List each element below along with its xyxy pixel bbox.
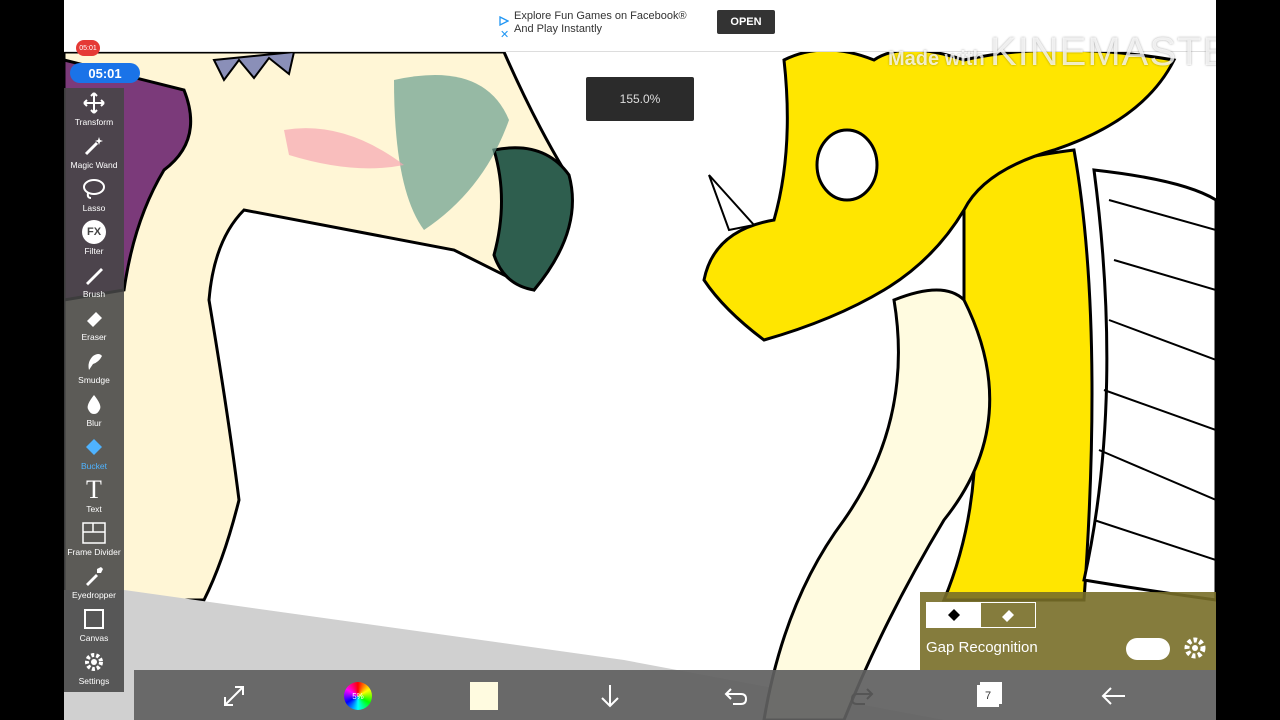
redo-icon[interactable] bbox=[848, 682, 876, 710]
smudge-icon bbox=[81, 348, 107, 374]
ad-close-icon[interactable]: ✕ bbox=[500, 30, 509, 41]
color-swatch bbox=[470, 682, 498, 710]
app-screen: ✕ Explore Fun Games on Facebook® And Pla… bbox=[64, 0, 1216, 720]
tool-canvas[interactable]: Canvas bbox=[64, 604, 124, 647]
gap-recognition-toggle[interactable] bbox=[1126, 638, 1170, 660]
tool-transform[interactable]: Transform bbox=[64, 88, 124, 131]
text-icon: T bbox=[86, 475, 102, 504]
tool-label: Frame Divider bbox=[67, 547, 121, 557]
tool-label: Settings bbox=[78, 676, 110, 686]
tool-lasso[interactable]: Lasso bbox=[64, 174, 124, 217]
tool-options-icon[interactable] bbox=[220, 682, 248, 710]
tool-filter[interactable]: FX Filter bbox=[64, 217, 124, 260]
bucket-mode-toggle[interactable] bbox=[926, 602, 1036, 628]
zoom-level-indicator: 155.0% bbox=[586, 77, 694, 121]
recording-badge: 05:01 bbox=[76, 40, 100, 56]
color-wheel-button[interactable]: 5% bbox=[344, 682, 372, 710]
frame-divider-icon bbox=[81, 520, 107, 546]
right-dragon-wing bbox=[1082, 168, 1216, 602]
tool-eraser[interactable]: Eraser bbox=[64, 303, 124, 346]
ad-text: Explore Fun Games on Facebook® And Play … bbox=[514, 10, 714, 36]
color-wheel-icon: 5% bbox=[344, 682, 372, 710]
tool-label: Eraser bbox=[81, 332, 107, 342]
tool-label: Bucket bbox=[81, 461, 107, 471]
back-arrow-icon[interactable] bbox=[1100, 682, 1128, 710]
tool-label: Blur bbox=[86, 418, 102, 428]
ad-open-button[interactable]: OPEN bbox=[717, 10, 775, 34]
right-dragon-eye bbox=[815, 128, 879, 202]
eyedropper-icon bbox=[81, 563, 107, 589]
tool-label: Magic Wand bbox=[70, 160, 118, 170]
layers-icon: 7 bbox=[977, 685, 999, 707]
tool-magic-wand[interactable]: Magic Wand bbox=[64, 131, 124, 174]
ad-line-1: Explore Fun Games on Facebook® bbox=[514, 10, 687, 22]
watermark-made-with: Made with bbox=[888, 48, 985, 70]
download-arrow-icon[interactable] bbox=[596, 682, 624, 710]
lasso-icon bbox=[81, 176, 107, 202]
tool-blur[interactable]: Blur bbox=[64, 389, 124, 432]
tool-settings[interactable]: Settings bbox=[64, 647, 124, 690]
magic-wand-icon bbox=[81, 133, 107, 159]
gap-recognition-label: Gap Recognition bbox=[926, 639, 1038, 656]
ad-line-2: And Play Instantly bbox=[514, 23, 603, 35]
tool-label: Brush bbox=[82, 289, 106, 299]
current-color-swatch[interactable] bbox=[470, 682, 498, 710]
tool-brush[interactable]: Brush bbox=[64, 260, 124, 303]
watermark-logo-icon bbox=[1178, 66, 1206, 94]
fx-icon: FX bbox=[81, 219, 107, 245]
tool-label: Transform bbox=[74, 117, 114, 127]
left-dragon-snout bbox=[492, 146, 574, 292]
blur-icon bbox=[81, 391, 107, 417]
right-dragon-spike bbox=[708, 174, 756, 232]
transform-icon bbox=[81, 90, 107, 116]
tool-bucket[interactable]: Bucket bbox=[64, 432, 124, 475]
gap-recognition-panel: Gap Recognition bbox=[920, 592, 1216, 670]
tool-label: Lasso bbox=[82, 203, 106, 213]
brush-icon bbox=[81, 262, 107, 288]
bucket-icon bbox=[81, 434, 107, 460]
undo-icon[interactable] bbox=[722, 682, 750, 710]
bucket-erase-mode-button[interactable] bbox=[981, 603, 1035, 627]
tool-label: Text bbox=[86, 504, 102, 514]
bucket-fill-mode-button[interactable] bbox=[927, 603, 981, 627]
tool-label: Canvas bbox=[79, 633, 109, 643]
tool-label: Eyedropper bbox=[72, 590, 116, 600]
tool-label: Smudge bbox=[78, 375, 110, 385]
layers-button[interactable]: 7 bbox=[974, 682, 1002, 710]
canvas-icon bbox=[81, 606, 107, 632]
tool-sidebar: Transform Magic Wand Lasso FX Filter Bru… bbox=[64, 88, 124, 692]
gap-settings-gear-icon[interactable] bbox=[1182, 635, 1208, 661]
bottom-toolbar: 5% 7 bbox=[134, 670, 1216, 720]
gear-icon bbox=[81, 649, 107, 675]
ad-choices-icon[interactable] bbox=[499, 16, 509, 26]
tool-smudge[interactable]: Smudge bbox=[64, 346, 124, 389]
tool-text[interactable]: T Text bbox=[64, 475, 124, 518]
recording-timer[interactable]: 05:01 bbox=[70, 63, 140, 83]
tool-label: Filter bbox=[84, 246, 104, 256]
tool-eyedropper[interactable]: Eyedropper bbox=[64, 561, 124, 604]
eraser-icon bbox=[81, 305, 107, 331]
tool-frame-divider[interactable]: Frame Divider bbox=[64, 518, 124, 561]
